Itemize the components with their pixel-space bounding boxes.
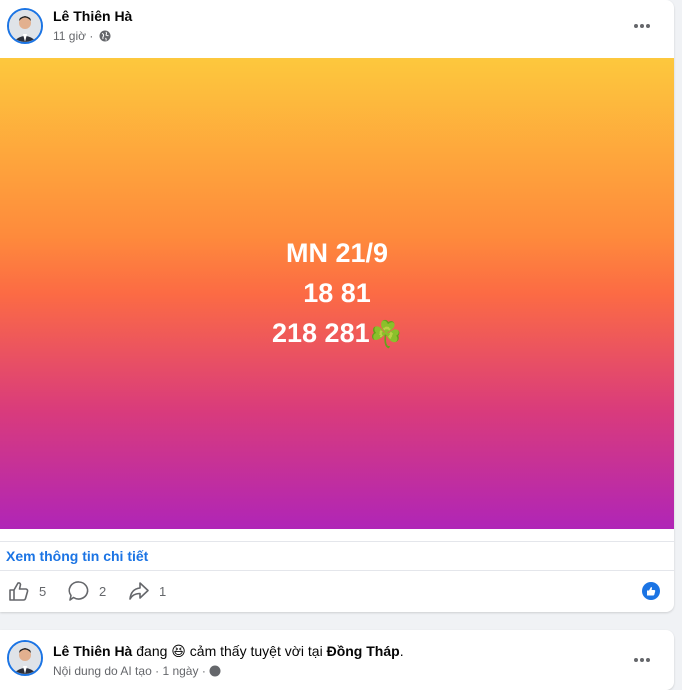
clover-emoji: ☘️ — [369, 319, 402, 349]
see-details-link[interactable]: Xem thông tin chi tiết — [6, 548, 148, 564]
location-link[interactable]: Đồng Tháp — [327, 643, 400, 659]
globe-icon[interactable] — [99, 30, 111, 45]
post-time[interactable]: 11 giờ — [53, 29, 86, 43]
post-text-line-3-text: 218 281 — [272, 318, 370, 348]
like-reaction-icon[interactable] — [642, 582, 660, 600]
more-options-button[interactable] — [628, 646, 656, 674]
like-count: 5 — [39, 583, 47, 599]
post-actions: 5 2 1 — [0, 577, 674, 605]
laughing-emoji: 😆 — [171, 643, 186, 659]
comment-icon — [68, 581, 89, 601]
share-icon — [129, 582, 149, 600]
thumbs-up-icon — [9, 582, 29, 601]
details-bar: Xem thông tin chi tiết — [0, 541, 674, 571]
comment-button[interactable]: 2 — [68, 577, 106, 605]
status-prefix: đang — [136, 643, 168, 659]
post-text-line-2: 18 81 — [303, 278, 371, 308]
post-card: Lê Thiên Hà 11 giờ · MN 21/9 18 81 218 2… — [0, 0, 674, 612]
more-icon — [634, 24, 650, 28]
more-icon — [634, 658, 650, 662]
share-count: 1 — [159, 583, 167, 599]
post-header: Lê Thiên Hà 11 giờ · — [0, 0, 674, 58]
avatar[interactable] — [7, 8, 43, 44]
post-author-name[interactable]: Lê Thiên Hà — [53, 643, 132, 659]
comment-count: 2 — [99, 583, 107, 599]
like-button[interactable]: 5 — [8, 577, 46, 605]
avatar[interactable] — [7, 640, 43, 676]
post-card: Lê Thiên Hà đang 😆 cảm thấy tuyệt vời tạ… — [0, 630, 674, 690]
status-text: cảm thấy tuyệt vời tại — [189, 643, 323, 659]
more-options-button[interactable] — [628, 12, 656, 40]
meta-separator: · — [89, 29, 94, 43]
colored-background-post[interactable]: MN 21/9 18 81 218 281☘️ — [0, 58, 674, 529]
post-meta: 11 giờ · — [53, 29, 111, 45]
post-text-line-1: MN 21/9 — [285, 238, 389, 268]
post-author-name[interactable]: Lê Thiên Hà — [53, 8, 132, 24]
post-text-line-3: 218 281☘️ — [272, 313, 402, 354]
post-header-line: Lê Thiên Hà đang 😆 cảm thấy tuyệt vời tạ… — [53, 643, 404, 660]
status-period: . — [399, 643, 404, 659]
share-button[interactable]: 1 — [128, 577, 166, 605]
